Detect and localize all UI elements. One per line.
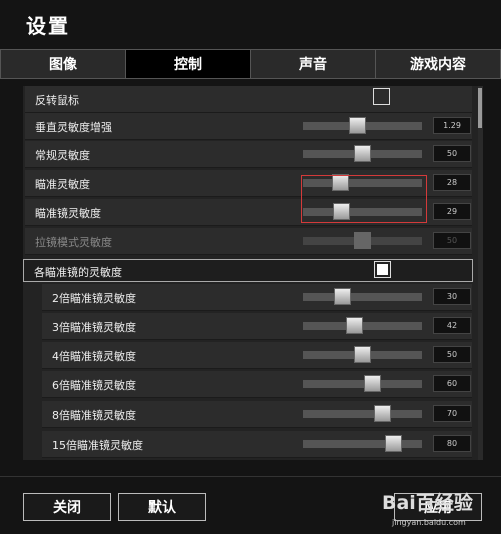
value-field[interactable]: 60 (433, 375, 471, 392)
setting-row-zoom-mode-sensitivity: 拉镜模式灵敏度 50 (25, 228, 472, 255)
value-field[interactable]: 1.29 (433, 117, 471, 134)
slider-thumb[interactable] (354, 145, 371, 162)
setting-row-vertical-sensitivity: 垂直灵敏度增强 1.29 (25, 113, 472, 140)
slider-track[interactable] (303, 145, 422, 162)
setting-label: 反转鼠标 (35, 94, 79, 107)
close-button[interactable]: 关闭 (23, 493, 111, 521)
value-field[interactable]: 42 (433, 317, 471, 334)
slider-thumb (354, 232, 371, 249)
value-field[interactable]: 70 (433, 405, 471, 422)
slider-thumb[interactable] (354, 346, 371, 363)
setting-label: 15倍瞄准镜灵敏度 (52, 439, 143, 452)
slider-track[interactable] (303, 288, 422, 305)
baidu-jingyan-watermark: Bai百经验 jingyan.baidu.com (382, 488, 500, 534)
slider-track[interactable] (303, 435, 422, 452)
slider-track (303, 232, 422, 249)
tab-gameplay[interactable]: 游戏内容 (375, 49, 501, 79)
per-scope-checkbox[interactable] (374, 261, 391, 278)
setting-label: 瞄准灵敏度 (35, 178, 90, 191)
tab-controls[interactable]: 控制 (125, 49, 250, 79)
setting-row-6x-scope: 6倍瞄准镜灵敏度 60 (42, 371, 472, 398)
setting-row-2x-scope: 2倍瞄准镜灵敏度 30 (42, 284, 472, 311)
slider-track[interactable] (303, 317, 422, 334)
setting-label: 4倍瞄准镜灵敏度 (52, 350, 136, 363)
tab-bar: 图像 控制 声音 游戏内容 (0, 49, 501, 79)
slider-track[interactable] (303, 117, 422, 134)
default-button[interactable]: 默认 (118, 493, 206, 521)
setting-label: 8倍瞄准镜灵敏度 (52, 409, 136, 422)
setting-row-15x-scope: 15倍瞄准镜灵敏度 80 (42, 431, 472, 458)
highlight-annotation-box (301, 175, 427, 223)
setting-row-per-scope-sensitivity: 各瞄准镜的灵敏度 (23, 259, 473, 282)
setting-label: 2倍瞄准镜灵敏度 (52, 292, 136, 305)
invert-mouse-checkbox[interactable] (373, 88, 390, 105)
setting-label: 瞄准镜灵敏度 (35, 207, 101, 220)
slider-thumb[interactable] (374, 405, 391, 422)
value-field[interactable]: 28 (433, 174, 471, 191)
slider-thumb[interactable] (385, 435, 402, 452)
setting-row-4x-scope: 4倍瞄准镜灵敏度 50 (42, 342, 472, 369)
page-title: 设置 (26, 14, 70, 38)
footer-divider (0, 476, 501, 477)
slider-thumb[interactable] (346, 317, 363, 334)
scrollbar-thumb[interactable] (478, 88, 482, 128)
setting-label: 6倍瞄准镜灵敏度 (52, 379, 136, 392)
slider-thumb[interactable] (334, 288, 351, 305)
watermark-url: jingyan.baidu.com (392, 518, 466, 527)
tab-graphics[interactable]: 图像 (0, 49, 125, 79)
setting-label: 常规灵敏度 (35, 149, 90, 162)
slider-track[interactable] (303, 375, 422, 392)
tab-sound[interactable]: 声音 (250, 49, 375, 79)
value-field[interactable]: 29 (433, 203, 471, 220)
setting-row-invert-mouse: 反转鼠标 (25, 86, 472, 113)
value-field[interactable]: 30 (433, 288, 471, 305)
value-field[interactable]: 50 (433, 145, 471, 162)
setting-row-3x-scope: 3倍瞄准镜灵敏度 42 (42, 313, 472, 340)
setting-label: 各瞄准镜的灵敏度 (34, 266, 122, 279)
setting-label: 拉镜模式灵敏度 (35, 236, 112, 249)
slider-thumb[interactable] (364, 375, 381, 392)
value-field[interactable]: 80 (433, 435, 471, 452)
slider-thumb[interactable] (349, 117, 366, 134)
scrollbar-track[interactable] (478, 86, 483, 460)
setting-label: 3倍瞄准镜灵敏度 (52, 321, 136, 334)
setting-label: 垂直灵敏度增强 (35, 121, 112, 134)
settings-panel: 反转鼠标 垂直灵敏度增强 1.29 常规灵敏度 50 瞄准灵敏度 28 瞄准镜灵… (23, 86, 483, 460)
value-field: 50 (433, 232, 471, 249)
slider-track[interactable] (303, 405, 422, 422)
setting-row-8x-scope: 8倍瞄准镜灵敏度 70 (42, 401, 472, 428)
value-field[interactable]: 50 (433, 346, 471, 363)
watermark-brand: Bai百经验 (382, 492, 473, 514)
slider-track[interactable] (303, 346, 422, 363)
setting-row-normal-sensitivity: 常规灵敏度 50 (25, 141, 472, 168)
